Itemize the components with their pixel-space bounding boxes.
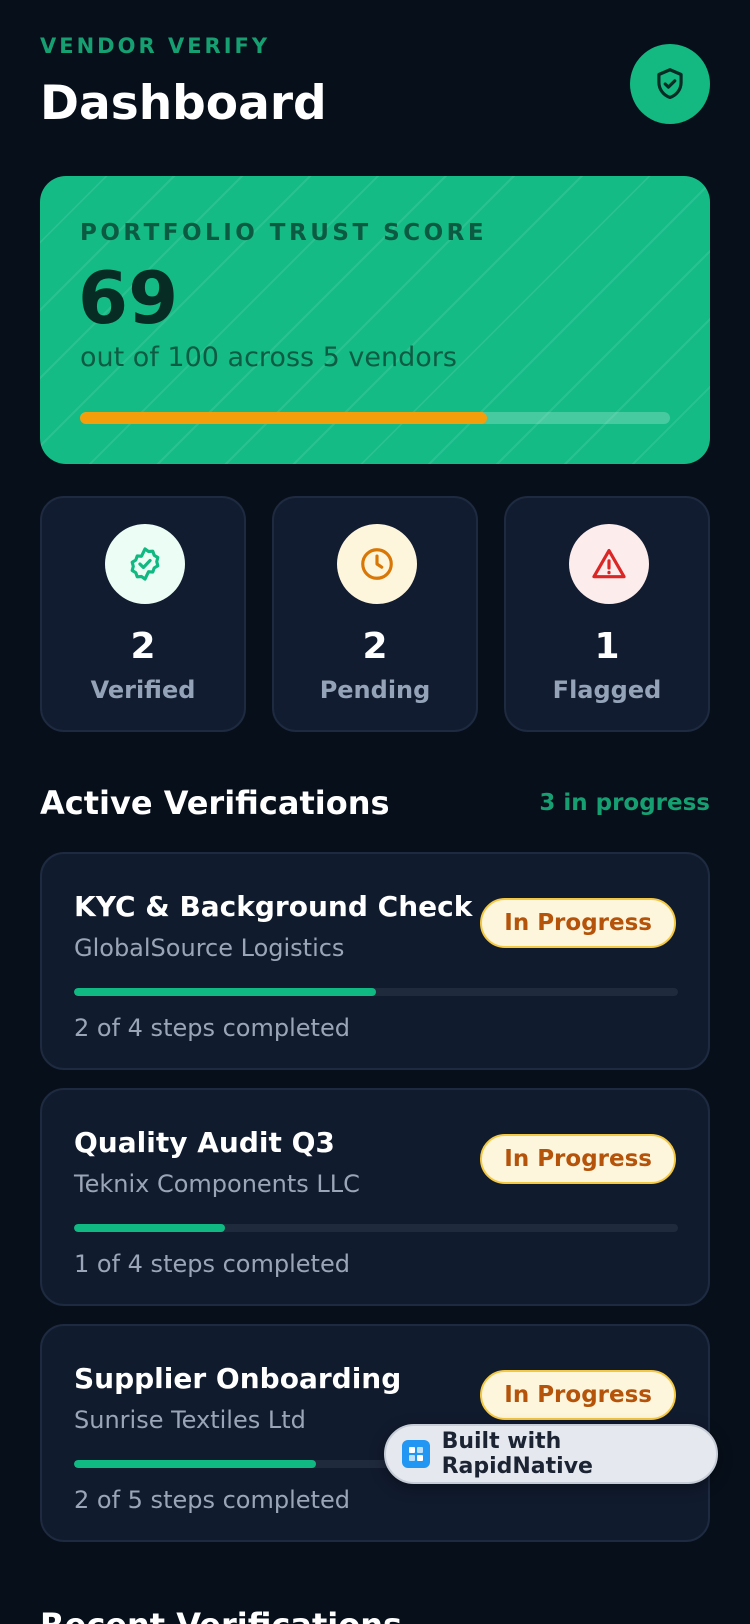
- status-badge: In Progress: [480, 898, 676, 948]
- verification-steps: 2 of 5 steps completed: [74, 1486, 350, 1514]
- verification-progress-fill: [74, 1460, 316, 1468]
- stat-card-flagged[interactable]: 1 Flagged: [504, 496, 710, 732]
- verification-title: Supplier Onboarding: [74, 1362, 402, 1395]
- verification-title: KYC & Background Check: [74, 890, 473, 923]
- alert-triangle-icon: [592, 548, 626, 579]
- clock-icon: [361, 548, 393, 580]
- stat-icon-circle: [337, 524, 417, 604]
- active-count-link[interactable]: 3 in progress: [539, 790, 710, 816]
- shield-check-icon: [657, 68, 683, 100]
- trust-score-label: PORTFOLIO TRUST SCORE: [80, 220, 488, 246]
- stat-label: Flagged: [552, 676, 662, 704]
- status-badge: In Progress: [480, 1134, 676, 1184]
- section-title-active: Active Verifications: [40, 784, 390, 822]
- dashboard-screen: VENDOR VERIFY Dashboard PORTFOLIO TRUST …: [0, 0, 750, 1624]
- verification-card[interactable]: KYC & Background Check GlobalSource Logi…: [40, 852, 710, 1070]
- shield-button[interactable]: [630, 44, 710, 124]
- app-brand: VENDOR VERIFY: [40, 34, 271, 58]
- stat-card-pending[interactable]: 2 Pending: [272, 496, 478, 732]
- verification-title: Quality Audit Q3: [74, 1126, 335, 1159]
- stat-label: Pending: [319, 676, 431, 704]
- trust-progress-track: [80, 412, 670, 424]
- badge-check-icon: [130, 547, 160, 581]
- trust-progress-fill: [80, 412, 488, 424]
- stat-value: 1: [594, 626, 620, 667]
- built-with-badge[interactable]: Built with RapidNative: [384, 1424, 718, 1484]
- section-title-recent: Recent Verifications: [40, 1606, 402, 1624]
- verification-vendor: Sunrise Textiles Ltd: [74, 1406, 306, 1434]
- verification-card[interactable]: Quality Audit Q3 Teknix Components LLC I…: [40, 1088, 710, 1306]
- verification-progress-fill: [74, 988, 376, 996]
- trust-score-subtitle: out of 100 across 5 vendors: [80, 342, 457, 373]
- trust-score-card[interactable]: PORTFOLIO TRUST SCORE 69 out of 100 acro…: [40, 176, 710, 464]
- verification-progress-track: [74, 988, 678, 996]
- stat-card-verified[interactable]: 2 Verified: [40, 496, 246, 732]
- trust-score-value: 69: [78, 256, 179, 340]
- verification-steps: 2 of 4 steps completed: [74, 1014, 350, 1042]
- verification-progress-fill: [74, 1224, 225, 1232]
- stat-value: 2: [130, 626, 156, 667]
- status-badge: In Progress: [480, 1370, 676, 1420]
- built-with-label: Built with RapidNative: [441, 1429, 593, 1479]
- stat-icon-circle: [569, 524, 649, 604]
- stat-icon-circle: [105, 524, 185, 604]
- verification-steps: 1 of 4 steps completed: [74, 1250, 350, 1278]
- stat-label: Verified: [90, 676, 196, 704]
- verification-vendor: Teknix Components LLC: [74, 1170, 360, 1198]
- verification-progress-track: [74, 1224, 678, 1232]
- verification-vendor: GlobalSource Logistics: [74, 934, 345, 962]
- stat-value: 2: [362, 626, 388, 667]
- page-title: Dashboard: [40, 76, 327, 131]
- rapidnative-logo-icon: [402, 1440, 430, 1468]
